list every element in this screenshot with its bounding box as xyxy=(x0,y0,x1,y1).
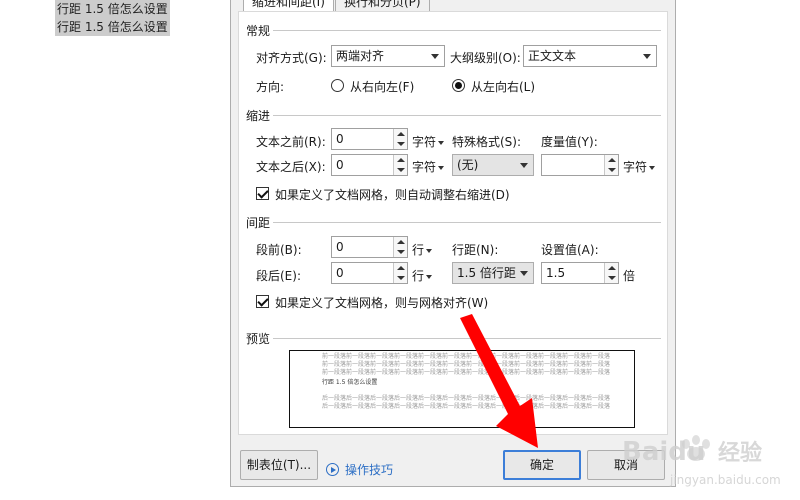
spin-down-icon[interactable] xyxy=(608,276,616,280)
spin-up-icon[interactable] xyxy=(397,266,405,270)
spin-up-icon[interactable] xyxy=(608,266,616,270)
spin-buttons[interactable] xyxy=(393,155,407,175)
section-indent: 缩进 xyxy=(246,109,271,123)
alignment-value: 两端对齐 xyxy=(336,49,385,63)
indent-after-unit: 字符 xyxy=(412,160,437,174)
watermark-brand: Baidu xyxy=(622,437,705,467)
spin-down-icon[interactable] xyxy=(397,250,405,254)
spacing-before-spinner[interactable]: 0 xyxy=(331,236,408,258)
indent-after-spinner[interactable]: 0 xyxy=(331,154,408,176)
spin-buttons[interactable] xyxy=(604,155,618,175)
caret-down-icon xyxy=(438,165,445,170)
spacing-before-value: 0 xyxy=(336,240,344,254)
section-divider xyxy=(273,115,661,116)
spacing-grid-checkbox-label[interactable]: 如果定义了文档网格，则与网格对齐(W) xyxy=(275,294,488,311)
spacing-grid-checkbox[interactable] xyxy=(256,295,269,308)
section-spacing: 间距 xyxy=(246,216,271,230)
chevron-down-icon xyxy=(643,54,651,59)
ltr-label[interactable]: 从左向右(L) xyxy=(471,78,535,95)
document-line: 行距 1.5 倍怎么设置 xyxy=(55,18,170,36)
outline-level-label: 大纲级别(O): xyxy=(450,51,521,65)
tips-link[interactable]: 操作技巧 xyxy=(326,461,393,478)
spin-down-icon[interactable] xyxy=(608,168,616,172)
spin-up-icon[interactable] xyxy=(397,132,405,136)
spacing-before-unit: 行 xyxy=(412,243,425,257)
spacing-after-label: 段后(E): xyxy=(256,269,301,283)
indent-after-label: 文本之后(X): xyxy=(256,160,326,174)
document-line: 行距 1.5 倍怎么设置 xyxy=(55,0,170,18)
indent-before-unit: 字符 xyxy=(412,135,437,149)
spin-up-icon[interactable] xyxy=(608,158,616,162)
indent-before-spinner[interactable]: 0 xyxy=(331,128,408,150)
spacing-before-unit-dropdown[interactable]: 行 xyxy=(412,241,433,258)
chevron-down-icon xyxy=(520,271,528,276)
measure-unit: 字符 xyxy=(623,160,648,174)
indent-before-label: 文本之前(R): xyxy=(256,135,326,149)
spin-up-icon[interactable] xyxy=(397,158,405,162)
special-format-label: 特殊格式(S): xyxy=(452,135,522,149)
measure-label: 度量值(Y): xyxy=(541,135,598,149)
indent-before-value: 0 xyxy=(336,132,344,146)
spin-down-icon[interactable] xyxy=(397,142,405,146)
spin-buttons[interactable] xyxy=(604,263,618,283)
section-preview: 预览 xyxy=(246,332,271,346)
measure-spinner[interactable] xyxy=(541,154,619,176)
spin-down-icon[interactable] xyxy=(397,168,405,172)
chevron-down-icon xyxy=(520,163,528,168)
alignment-label: 对齐方式(G): xyxy=(256,51,327,65)
measure-unit-dropdown[interactable]: 字符 xyxy=(623,158,656,175)
tips-label: 操作技巧 xyxy=(345,463,394,477)
indent-after-value: 0 xyxy=(336,158,344,172)
outline-level-select[interactable]: 正文文本 xyxy=(523,45,657,67)
caret-down-icon xyxy=(438,140,445,145)
outline-level-value: 正文文本 xyxy=(528,49,577,63)
direction-label: 方向: xyxy=(256,80,285,94)
play-icon xyxy=(326,463,339,476)
baidu-jingyan-watermark: Baidu 经验 jingyan.baidu.com xyxy=(622,435,781,487)
spacing-before-label: 段前(B): xyxy=(256,243,302,257)
line-spacing-label: 行距(N): xyxy=(452,243,499,257)
special-format-select[interactable]: (无) xyxy=(452,154,534,176)
indent-after-unit-dropdown[interactable]: 字符 xyxy=(412,158,445,175)
set-value-label: 设置值(A): xyxy=(541,243,599,257)
spin-buttons[interactable] xyxy=(393,237,407,257)
section-divider xyxy=(273,30,661,31)
annotation-arrow-icon xyxy=(460,314,538,448)
indent-before-unit-dropdown[interactable]: 字符 xyxy=(412,133,445,150)
caret-down-icon xyxy=(649,165,656,170)
section-divider xyxy=(273,222,661,223)
section-general: 常规 xyxy=(246,24,271,38)
spacing-after-unit: 行 xyxy=(412,269,425,283)
annotation-arrow-shape xyxy=(460,314,538,448)
set-value-spinner[interactable]: 1.5 xyxy=(541,262,619,284)
spin-up-icon[interactable] xyxy=(397,240,405,244)
alignment-select[interactable]: 两端对齐 xyxy=(331,45,445,67)
preview-sample-text: 行距 1.5 倍怎么设置 xyxy=(322,379,378,386)
spin-down-icon[interactable] xyxy=(397,276,405,280)
line-spacing-select[interactable]: 1.5 倍行距 xyxy=(452,262,534,284)
set-value: 1.5 xyxy=(546,266,566,280)
indent-grid-checkbox-label[interactable]: 如果定义了文档网格，则自动调整右缩进(D) xyxy=(275,186,510,203)
tab-stops-button[interactable]: 制表位(T)... xyxy=(240,450,318,480)
indent-grid-checkbox[interactable] xyxy=(256,187,269,200)
ltr-radio[interactable] xyxy=(452,79,465,92)
chevron-down-icon xyxy=(431,54,439,59)
caret-down-icon xyxy=(426,248,433,253)
spacing-after-value: 0 xyxy=(336,266,344,280)
set-value-unit: 倍 xyxy=(623,269,636,283)
watermark-brand-cn: 经验 xyxy=(718,440,762,466)
rtl-label[interactable]: 从右向左(F) xyxy=(350,78,414,95)
spacing-after-spinner[interactable]: 0 xyxy=(331,262,408,284)
special-format-value: (无) xyxy=(457,158,479,172)
watermark-url: jingyan.baidu.com xyxy=(669,473,781,487)
spacing-after-unit-dropdown[interactable]: 行 xyxy=(412,267,433,284)
spin-buttons[interactable] xyxy=(393,263,407,283)
spin-buttons[interactable] xyxy=(393,129,407,149)
rtl-radio[interactable] xyxy=(331,79,344,92)
line-spacing-value: 1.5 倍行距 xyxy=(457,266,516,280)
document-background xyxy=(676,0,800,500)
caret-down-icon xyxy=(426,274,433,279)
